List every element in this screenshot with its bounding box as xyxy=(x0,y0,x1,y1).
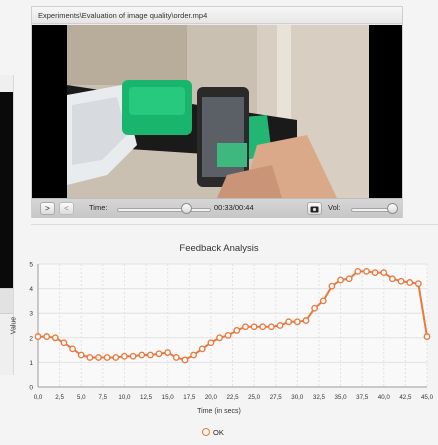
data-point xyxy=(103,354,111,361)
data-point xyxy=(328,282,336,290)
data-point xyxy=(242,323,249,331)
data-point xyxy=(302,317,310,324)
data-point xyxy=(293,318,301,326)
time-readout: 00:33/00:44 xyxy=(214,203,254,212)
data-point xyxy=(164,349,172,356)
data-point xyxy=(155,350,163,358)
data-point xyxy=(95,354,102,361)
volume-slider-thumb[interactable] xyxy=(387,203,398,214)
time-slider-track[interactable] xyxy=(117,208,211,212)
x-tick-label: 30,0 xyxy=(291,394,304,401)
snapshot-button[interactable] xyxy=(307,202,322,215)
x-tick-label: 20,0 xyxy=(205,394,218,401)
time-label: Time: xyxy=(89,203,108,212)
data-point xyxy=(250,323,258,331)
data-point xyxy=(138,351,146,359)
y-tick-label: 5 xyxy=(29,262,33,269)
data-point xyxy=(34,333,42,340)
data-point xyxy=(129,352,137,360)
data-point xyxy=(380,269,388,277)
y-axis-label: Value xyxy=(10,316,18,335)
data-point xyxy=(259,323,267,331)
x-axis-label: Time (in secs) xyxy=(197,408,241,415)
plot-area xyxy=(38,264,427,387)
data-point xyxy=(311,304,319,312)
x-tick-label: 2,5 xyxy=(55,394,64,401)
data-point xyxy=(121,352,128,360)
data-point xyxy=(389,275,396,283)
data-point xyxy=(51,334,59,342)
x-tick-label: 27,5 xyxy=(270,394,283,401)
video-frame[interactable] xyxy=(32,25,402,198)
data-point xyxy=(181,356,189,364)
player-title: Experiments\Evaluation of image quality\… xyxy=(32,7,402,24)
chart-legend: OK xyxy=(202,426,236,440)
data-point xyxy=(267,323,275,331)
video-still-image xyxy=(67,25,369,198)
data-point xyxy=(319,297,327,305)
chart-title: Feedback Analysis xyxy=(179,243,259,254)
left-panel-video-edge xyxy=(0,92,13,288)
x-tick-label: 7,5 xyxy=(99,394,108,401)
volume-label: Vol: xyxy=(328,203,341,212)
data-point xyxy=(354,267,362,275)
data-point xyxy=(146,351,154,359)
y-tick-label: 2 xyxy=(29,335,33,342)
x-tick-label: 45,0 xyxy=(421,394,434,401)
x-tick-label: 40,0 xyxy=(378,394,391,401)
data-point xyxy=(224,331,232,339)
data-point xyxy=(233,327,241,334)
y-tick-label: 0 xyxy=(29,385,33,392)
data-point xyxy=(69,345,76,353)
data-point xyxy=(414,280,422,288)
x-tick-label: 25,0 xyxy=(248,394,261,401)
data-point xyxy=(363,267,370,275)
time-slider-thumb[interactable] xyxy=(181,203,192,214)
x-tick-label: 10,0 xyxy=(118,394,131,401)
x-tick-label: 42,5 xyxy=(399,394,412,401)
data-point xyxy=(397,277,405,285)
x-tick-label: 0,0 xyxy=(34,394,43,401)
play-button[interactable]: > xyxy=(40,202,55,215)
x-tick-label: 17,5 xyxy=(183,394,196,401)
data-point xyxy=(77,351,85,359)
data-point xyxy=(198,345,206,353)
data-point xyxy=(112,354,120,361)
data-point xyxy=(190,351,198,359)
panel-divider xyxy=(31,224,438,225)
x-tick-label: 15,0 xyxy=(162,394,175,401)
data-point xyxy=(172,354,180,361)
data-point xyxy=(423,333,431,340)
data-point xyxy=(285,318,293,326)
data-point xyxy=(276,322,284,329)
data-point xyxy=(60,339,68,347)
y-tick-label: 3 xyxy=(29,311,33,318)
x-tick-label: 12,5 xyxy=(140,394,153,401)
data-point xyxy=(207,339,215,347)
data-point xyxy=(337,276,344,284)
data-point xyxy=(43,333,51,340)
legend-marker-icon xyxy=(202,428,210,436)
x-tick-label: 22,5 xyxy=(226,394,239,401)
x-tick-label: 32,5 xyxy=(313,394,326,401)
camera-icon xyxy=(310,206,319,213)
data-point xyxy=(371,269,379,277)
previous-button[interactable]: < xyxy=(59,202,74,215)
x-tick-label: 37,5 xyxy=(356,394,369,401)
data-point xyxy=(406,279,414,286)
x-tick-label: 5,0 xyxy=(77,394,86,401)
y-tick-label: 4 xyxy=(29,286,33,293)
video-player: Experiments\Evaluation of image quality\… xyxy=(31,6,403,218)
legend-label: OK xyxy=(213,428,224,437)
data-point xyxy=(216,334,223,342)
series-line-ok xyxy=(38,270,428,362)
y-tick-label: 1 xyxy=(29,360,33,367)
x-tick-label: 35,0 xyxy=(335,394,348,401)
left-panel-controls-edge xyxy=(0,288,13,314)
data-point xyxy=(345,275,353,283)
data-point xyxy=(86,354,94,361)
player-controls: > < Time: 00:33/00:44 Vol: xyxy=(32,198,402,218)
